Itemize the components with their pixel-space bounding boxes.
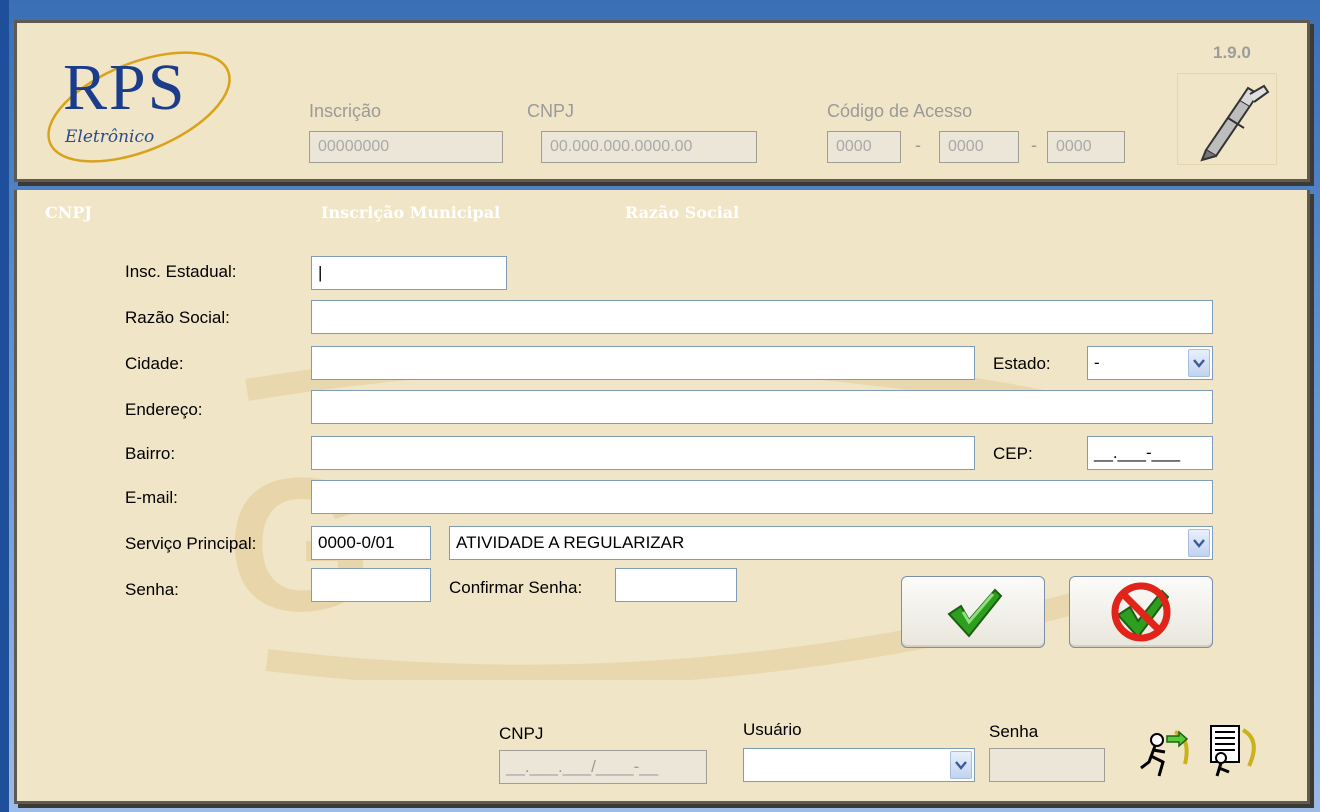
cep-input[interactable]: __.___-___	[1087, 436, 1213, 470]
login-runner-icon	[1140, 730, 1189, 777]
codigo-separator: -	[915, 135, 921, 155]
codigo-separator: -	[1031, 135, 1037, 155]
endereco-label: Endereço:	[125, 400, 203, 419]
bairro-input[interactable]	[311, 436, 975, 470]
cnpj-field[interactable]: 00.000.000.0000.00	[541, 131, 757, 163]
servico-select[interactable]: ATIVIDADE A REGULARIZAR	[449, 526, 1213, 560]
codigo-part3-field[interactable]: 0000	[1047, 131, 1125, 163]
estado-select[interactable]: -	[1087, 346, 1213, 380]
cancel-button[interactable]	[1069, 576, 1213, 648]
checkmark-icon	[947, 588, 1003, 638]
inscricao-field[interactable]: 00000000	[309, 131, 503, 163]
confirm-button[interactable]	[901, 576, 1045, 648]
razao-social-input[interactable]	[311, 300, 1213, 334]
chevron-down-icon	[955, 761, 967, 770]
login-cnpj-label: CNPJ	[499, 724, 544, 743]
servico-description: ATIVIDADE A REGULARIZAR	[456, 533, 685, 552]
confirmar-senha-label: Confirmar Senha:	[449, 578, 583, 597]
chevron-down-icon	[1193, 539, 1205, 548]
cidade-input[interactable]	[311, 346, 975, 380]
column-cnpj: CNPJ	[45, 203, 92, 222]
header-panel: RPS Eletrônico Inscrição 00000000 CNPJ 0…	[14, 20, 1310, 182]
senha-input[interactable]	[311, 568, 431, 602]
codigo-part2-field[interactable]: 0000	[939, 131, 1019, 163]
email-label: E-mail:	[125, 488, 178, 507]
estado-value: -	[1094, 353, 1100, 372]
bairro-label: Bairro:	[125, 444, 176, 463]
cidade-label: Cidade:	[125, 354, 184, 373]
inscricao-label: Inscrição	[309, 101, 382, 121]
usuario-label: Usuário	[743, 720, 802, 739]
login-senha-label: Senha	[989, 722, 1039, 741]
version-label: 1.9.0	[1213, 43, 1251, 62]
column-razao-social: Razão Social	[625, 203, 740, 222]
endereco-input[interactable]	[311, 390, 1213, 424]
column-inscricao-municipal: Inscrição Municipal	[321, 203, 501, 222]
logo-subtitle: Eletrônico	[65, 127, 155, 147]
cep-label: CEP:	[993, 444, 1033, 463]
codigo-part1-field[interactable]: 0000	[827, 131, 901, 163]
email-input[interactable]	[311, 480, 1213, 514]
register-icon	[1210, 725, 1256, 777]
logo-title: RPS	[63, 51, 187, 124]
chevron-down-icon	[1193, 359, 1205, 368]
register-button[interactable]	[1199, 718, 1265, 784]
registration-panel: G CNPJ Inscrição Municipal Razão Social …	[14, 190, 1310, 804]
login-senha-input[interactable]	[989, 748, 1105, 782]
servico-dropdown-button[interactable]	[1188, 529, 1210, 557]
usuario-select[interactable]	[743, 748, 975, 782]
codigo-acesso-label: Código de Acesso	[827, 101, 973, 121]
insc-estadual-label: Insc. Estadual:	[125, 262, 237, 281]
confirmar-senha-input[interactable]	[615, 568, 737, 602]
estado-dropdown-button[interactable]	[1188, 349, 1210, 377]
login-button[interactable]	[1135, 724, 1195, 784]
estado-label: Estado:	[993, 354, 1051, 373]
senha-label: Senha:	[125, 580, 179, 599]
usuario-dropdown-button[interactable]	[950, 751, 972, 779]
pen-tool-icon	[1200, 84, 1270, 162]
servico-code-input[interactable]: 0000-0/01	[311, 526, 431, 560]
razao-social-label: Razão Social:	[125, 308, 230, 327]
cancel-check-icon	[1111, 582, 1171, 642]
servico-principal-label: Serviço Principal:	[125, 534, 257, 553]
login-cnpj-input[interactable]: __.___.___/____-__	[499, 750, 707, 784]
insc-estadual-input[interactable]: |	[311, 256, 507, 290]
cnpj-label: CNPJ	[527, 101, 575, 121]
rps-logo: RPS Eletrônico	[39, 35, 239, 175]
tool-button[interactable]	[1177, 73, 1277, 165]
